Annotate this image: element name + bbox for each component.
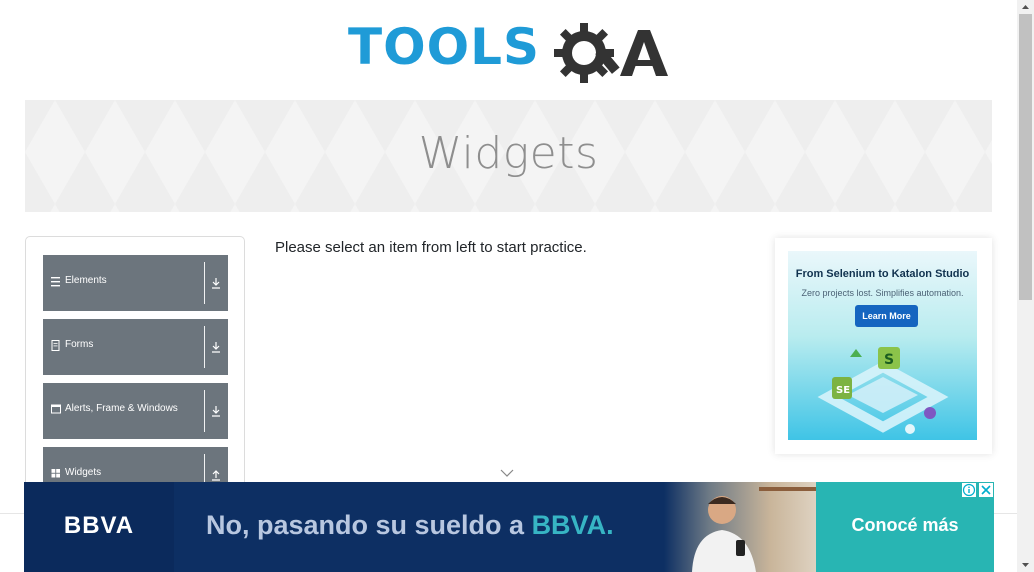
close-icon[interactable] [979,483,993,497]
ad-illustration: S SE [817,347,949,434]
scroll-up-arrow-icon[interactable] [1017,0,1034,14]
ad-subline: Zero projects lost. Simplifies automatio… [801,288,964,298]
divider [204,390,205,432]
download-icon[interactable] [207,403,225,419]
bbva-banner-ad[interactable]: BBVA No, pasando su sueldo a BBVA. Conoc… [24,482,994,572]
logo-text-tools: TOOLS [348,18,540,76]
sidebar-group-label: Elements [65,275,107,286]
form-icon [51,340,60,351]
ad-creative[interactable]: From Selenium to Katalon Studio Zero pro… [788,251,977,440]
instruction-text: Please select an item from left to start… [275,239,587,256]
upload-icon[interactable] [207,467,225,483]
ad-message-brand: BBVA. [531,510,614,540]
grid-icon [51,469,60,478]
page-title: Widgets [418,128,599,179]
katalon-ad[interactable]: From Selenium to Katalon Studio Zero pro… [775,238,992,454]
window-icon [51,404,61,414]
ad-message: No, pasando su sueldo a BBVA. [206,510,614,541]
scroll-down-arrow-icon[interactable] [1017,558,1034,572]
sidebar-group-forms[interactable]: Forms [43,319,228,375]
toolsqa-logo[interactable]: TOOLS [348,16,672,90]
logo-gear-qa-icon [554,23,668,83]
page-scrollbar[interactable] [1017,0,1034,572]
page-banner: Widgets [25,100,992,212]
svg-text:SE: SE [836,385,850,396]
scrollbar-thumb[interactable] [1019,14,1032,300]
sidebar-group-alerts[interactable]: Alerts, Frame & Windows [43,383,228,439]
learn-more-button[interactable]: Learn More [855,305,918,327]
person-photo-icon [692,487,816,572]
download-icon[interactable] [207,339,225,355]
download-icon[interactable] [207,275,225,291]
ad-photo [664,482,816,572]
ad-headline: From Selenium to Katalon Studio [795,268,970,280]
list-icon [51,277,60,287]
chevron-down-icon[interactable] [499,468,515,478]
divider [204,326,205,368]
divider [204,262,205,304]
ad-info-icon[interactable] [962,483,976,497]
bbva-logo[interactable]: BBVA [24,482,174,572]
sidebar-group-label: Widgets [65,467,102,478]
sidebar-group-label: Forms [65,339,94,350]
svg-text:S: S [884,352,894,368]
sidebar-group-label: Alerts, Frame & Windows [65,403,178,414]
ad-message-text: No, pasando su sueldo a [206,510,532,540]
sidebar-group-elements[interactable]: Elements [43,255,228,311]
